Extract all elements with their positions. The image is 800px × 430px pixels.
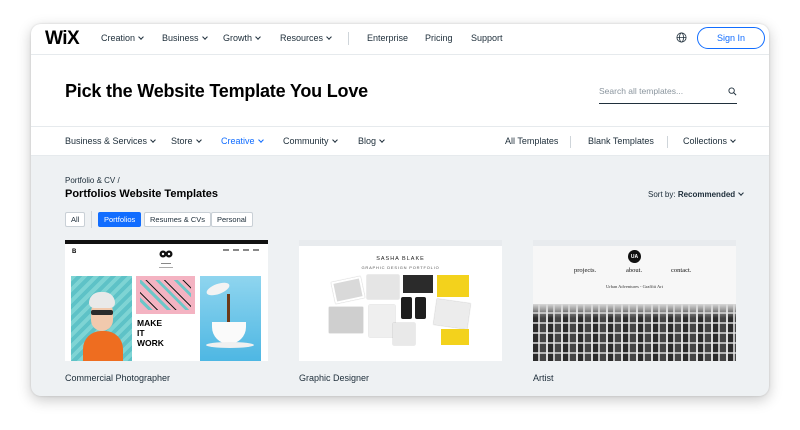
collections-dropdown[interactable]: Collections bbox=[683, 136, 736, 146]
browser-frame: WiX Creation Business Growth Resources E… bbox=[31, 24, 769, 396]
eyes-logo-icon bbox=[159, 250, 173, 258]
chevron-down-icon bbox=[201, 34, 208, 40]
search-box bbox=[599, 84, 737, 104]
card-label[interactable]: Artist bbox=[533, 373, 554, 383]
thumb-subtitle: GRAPHIC DESIGN PORTFOLIO bbox=[361, 265, 440, 270]
top-nav: WiX Creation Business Growth Resources E… bbox=[31, 24, 769, 54]
thumb-badge: UA bbox=[628, 250, 641, 263]
thumb-caption: Urban Adventures - Graffiti Art bbox=[606, 284, 663, 289]
template-card-commercial-photographer[interactable]: B MAKE IT WORK bbox=[65, 240, 268, 361]
thumb-item bbox=[437, 275, 469, 297]
cat-community[interactable]: Community bbox=[283, 136, 338, 146]
nav-support[interactable]: Support bbox=[471, 33, 503, 43]
filter-resumes-cvs[interactable]: Resumes & CVs bbox=[144, 212, 212, 227]
thumb-item bbox=[329, 307, 363, 333]
thumb-pink-pattern bbox=[136, 276, 195, 314]
thumb-headline: MAKE IT WORK bbox=[137, 318, 164, 348]
thumb-glasses bbox=[91, 310, 113, 315]
hero: Pick the Website Template You Love bbox=[31, 54, 769, 126]
wix-logo[interactable]: WiX bbox=[45, 28, 80, 50]
thumb-nav-contact: contact. bbox=[671, 267, 692, 274]
chevron-down-icon bbox=[331, 137, 338, 143]
filter-divider bbox=[91, 211, 92, 228]
thumb-teacup bbox=[200, 276, 261, 361]
chevron-down-icon bbox=[257, 137, 264, 143]
thumb-menu bbox=[223, 249, 261, 251]
thumb-nav-projects: projects. bbox=[574, 267, 597, 274]
thumb-item bbox=[403, 275, 433, 293]
template-card-artist[interactable]: UA projects. about. contact. Urban Adven… bbox=[533, 240, 736, 361]
thumb-collage bbox=[329, 275, 472, 347]
thumb-item bbox=[367, 275, 399, 299]
thumb-hair bbox=[89, 292, 115, 308]
page-title: Pick the Website Template You Love bbox=[65, 81, 368, 101]
search-input[interactable] bbox=[599, 86, 719, 96]
blank-templates-link[interactable]: Blank Templates bbox=[588, 136, 654, 146]
nav-business[interactable]: Business bbox=[162, 33, 208, 43]
nav-enterprise[interactable]: Enterprise bbox=[367, 33, 408, 43]
thumb-name: SASHA BLAKE bbox=[376, 256, 425, 262]
thumb-item bbox=[433, 298, 471, 330]
chevron-down-icon bbox=[730, 137, 736, 143]
breadcrumb[interactable]: Portfolio & CV / bbox=[65, 176, 120, 185]
cat-business-services[interactable]: Business & Services bbox=[65, 136, 156, 146]
thumb-logo: B bbox=[72, 249, 77, 255]
thumb-building-photo bbox=[533, 304, 736, 361]
chevron-down-icon bbox=[138, 34, 144, 40]
cat-blog[interactable]: Blog bbox=[358, 136, 385, 146]
nav-divider bbox=[348, 32, 349, 45]
chevron-down-icon bbox=[150, 137, 156, 143]
thumb-portrait bbox=[71, 276, 132, 361]
thumb-sky bbox=[533, 304, 736, 318]
filter-portfolios[interactable]: Portfolios bbox=[98, 212, 142, 227]
chevron-down-icon bbox=[379, 137, 385, 143]
chevron-down-icon bbox=[738, 190, 745, 196]
nav-resources[interactable]: Resources bbox=[280, 33, 332, 43]
cat-creative[interactable]: Creative bbox=[221, 136, 264, 146]
search-icon[interactable] bbox=[728, 87, 737, 96]
thumb-top-bar bbox=[299, 240, 502, 246]
sort-dropdown[interactable]: Sort by: Recommended bbox=[648, 190, 745, 199]
nav-growth[interactable]: Growth bbox=[223, 33, 261, 43]
chevron-down-icon bbox=[326, 34, 332, 40]
thumb-sweater bbox=[83, 331, 123, 361]
thumb-saucer bbox=[206, 342, 254, 348]
thumb-line bbox=[159, 267, 173, 268]
section-title: Portfolios Website Templates bbox=[65, 188, 219, 200]
thumb-item bbox=[369, 305, 395, 337]
thumb-line bbox=[161, 263, 171, 264]
nav-creation[interactable]: Creation bbox=[101, 33, 144, 43]
card-label[interactable]: Graphic Designer bbox=[299, 373, 369, 383]
thumb-item bbox=[331, 276, 365, 304]
thumb-pattern bbox=[140, 280, 191, 310]
cat-store[interactable]: Store bbox=[171, 136, 202, 146]
thumb-nav-about: about. bbox=[626, 267, 643, 274]
thumb-cup bbox=[212, 322, 246, 344]
nav-pricing[interactable]: Pricing bbox=[425, 33, 453, 43]
thumb-pour bbox=[227, 294, 230, 322]
thumb-phone bbox=[415, 297, 426, 319]
sign-in-button[interactable]: Sign In bbox=[697, 27, 765, 49]
thumb-item bbox=[441, 329, 469, 345]
all-templates-link[interactable]: All Templates bbox=[505, 136, 558, 146]
filter-personal[interactable]: Personal bbox=[211, 212, 253, 227]
chevron-down-icon bbox=[255, 34, 261, 40]
thumb-item bbox=[393, 323, 415, 345]
filter-all[interactable]: All bbox=[65, 212, 86, 227]
nav-divider bbox=[667, 136, 668, 148]
template-card-graphic-designer[interactable]: SASHA BLAKE GRAPHIC DESIGN PORTFOLIO bbox=[299, 240, 502, 361]
thumb-top-bar bbox=[65, 240, 268, 244]
thumb-phone bbox=[401, 297, 412, 319]
card-label[interactable]: Commercial Photographer bbox=[65, 373, 170, 383]
category-nav: Business & Services Store Creative Commu… bbox=[31, 126, 769, 156]
nav-divider bbox=[570, 136, 571, 148]
chevron-down-icon bbox=[195, 137, 202, 143]
globe-icon[interactable] bbox=[676, 32, 687, 43]
